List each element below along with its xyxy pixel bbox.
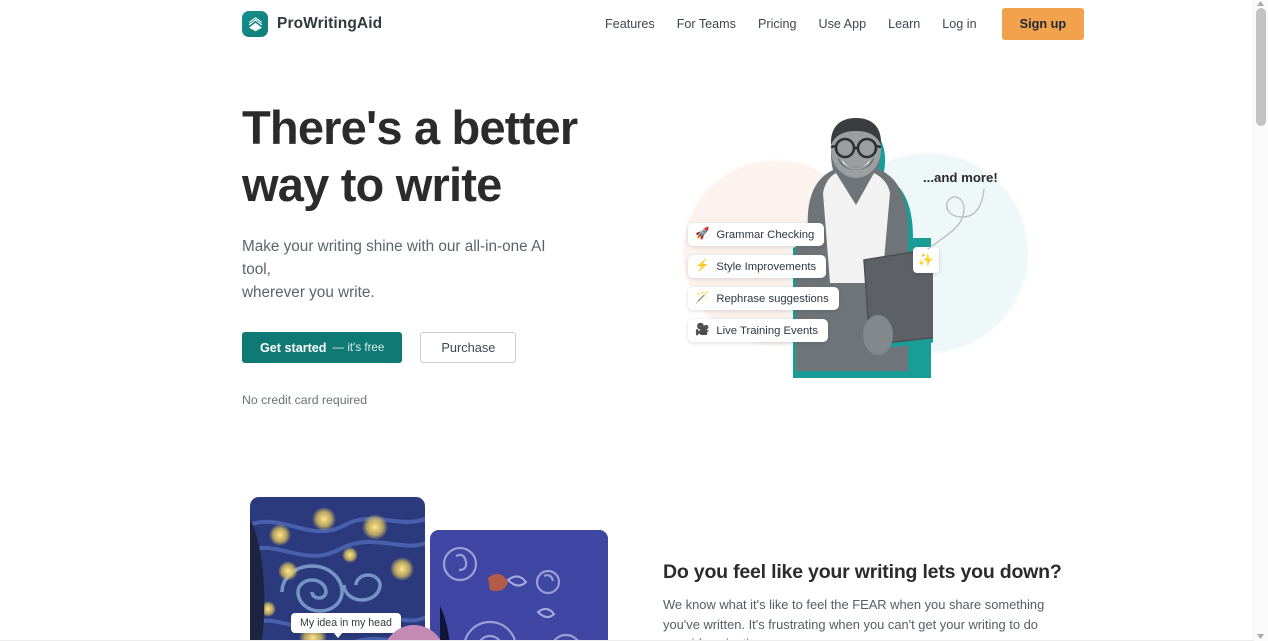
lower-copy-block: Do you feel like your writing lets you d… xyxy=(663,561,1063,641)
lightning-bolt-icon: ⚡ xyxy=(695,259,710,272)
page-root: ProWritingAid Features For Teams Pricing… xyxy=(0,0,1268,641)
get-started-button[interactable]: Get started — it's free xyxy=(242,332,403,363)
get-started-free-note: — it's free xyxy=(332,341,385,354)
nav-link-features[interactable]: Features xyxy=(605,11,666,37)
scrollbar-thumb[interactable] xyxy=(1256,8,1266,126)
sign-up-button[interactable]: Sign up xyxy=(1001,8,1085,40)
feature-chip-label: Style Improvements xyxy=(716,260,817,273)
feature-chip-live-training-events[interactable]: 🎥 Live Training Events xyxy=(688,319,829,342)
feature-chip-rephrase-suggestions[interactable]: 🪄 Rephrase suggestions xyxy=(688,287,839,310)
movie-camera-icon: 🎥 xyxy=(695,323,710,336)
brand-logo[interactable]: ProWritingAid xyxy=(242,11,382,37)
get-started-label: Get started xyxy=(260,340,327,355)
site-header: ProWritingAid Features For Teams Pricing… xyxy=(0,0,1253,48)
hero-cta-row: Get started — it's free Purchase xyxy=(242,332,642,363)
hero-illustration: 🚀 Grammar Checking ⚡ Style Improvements … xyxy=(660,105,1028,395)
curly-arrow-icon xyxy=(927,188,985,250)
feature-chip-label: Rephrase suggestions xyxy=(716,292,829,305)
nav-link-pricing[interactable]: Pricing xyxy=(747,11,808,37)
feature-chip-label: Live Training Events xyxy=(716,324,819,337)
rocket-icon: 🚀 xyxy=(695,227,710,240)
book-check-logo-icon xyxy=(242,11,268,37)
page-title: There's a better way to write xyxy=(242,101,578,211)
section-heading: Do you feel like your writing lets you d… xyxy=(663,561,1062,583)
hero-subtitle: Make your writing shine with our all-in-… xyxy=(242,238,546,301)
and-more-annotation: ...and more! xyxy=(923,170,998,185)
brand-name: ProWritingAid xyxy=(277,15,383,32)
nav-link-use-app[interactable]: Use App xyxy=(807,11,877,37)
main-navigation: Features For Teams Pricing Use App Learn… xyxy=(605,0,1085,48)
feature-chip-list: 🚀 Grammar Checking ⚡ Style Improvements … xyxy=(688,223,839,342)
purchase-button[interactable]: Purchase xyxy=(420,332,517,363)
nav-link-learn[interactable]: Learn xyxy=(877,11,931,37)
nav-link-for-teams[interactable]: For Teams xyxy=(666,11,747,37)
feature-chip-style-improvements[interactable]: ⚡ Style Improvements xyxy=(688,255,827,278)
starry-night-childlike-image xyxy=(430,530,608,641)
hero-copy-block: There's a better way to write Make your … xyxy=(242,99,642,407)
feature-chip-grammar-checking[interactable]: 🚀 Grammar Checking xyxy=(688,223,825,246)
idea-tooltip: My idea in my head xyxy=(291,613,401,638)
magic-wand-icon: 🪄 xyxy=(695,291,710,304)
section-body: We know what it's like to feel the FEAR … xyxy=(663,597,1045,641)
page-scrollbar[interactable] xyxy=(1253,0,1268,641)
no-credit-card-note: No credit card required xyxy=(242,393,368,407)
feature-chip-label: Grammar Checking xyxy=(716,228,815,241)
scroll-down-arrow-icon[interactable] xyxy=(1257,634,1264,639)
nav-link-log-in[interactable]: Log in xyxy=(931,11,987,37)
scroll-up-arrow-icon[interactable] xyxy=(1257,1,1264,6)
